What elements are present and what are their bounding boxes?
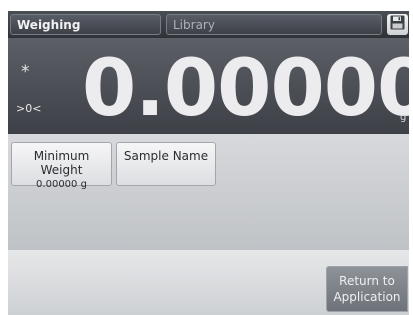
- weight-unit[interactable]: g: [400, 112, 406, 123]
- function-buttons-area: Minimum Weight 0.00000 g Sample Name: [8, 134, 409, 250]
- sample-name-label: Sample Name: [123, 149, 209, 163]
- save-button[interactable]: [387, 14, 408, 35]
- minimum-weight-button[interactable]: Minimum Weight 0.00000 g: [11, 142, 112, 190]
- minimum-weight-label: Minimum Weight: [33, 149, 90, 177]
- center-zero-indicator: >0<: [16, 102, 42, 115]
- minimum-weight-value: 0.00000 g: [36, 179, 87, 190]
- sample-name-button[interactable]: Sample Name: [116, 142, 216, 186]
- return-label-line2: Application: [333, 290, 401, 304]
- top-border: [0, 0, 413, 10]
- return-label-line1: Return to: [339, 274, 395, 288]
- footer-bar: Return to Application: [8, 250, 409, 315]
- weight-display: * >0< 0.00000 g: [8, 38, 409, 134]
- save-icon: [390, 15, 405, 34]
- header-bar: Weighing Library: [8, 11, 409, 38]
- balance-screen: Weighing Library * >0< 0.00000 g Minimum…: [8, 11, 409, 315]
- return-to-application-button[interactable]: Return to Application: [326, 266, 408, 312]
- tab-library[interactable]: Library: [166, 14, 382, 35]
- tab-weighing[interactable]: Weighing: [10, 14, 161, 35]
- weight-reading: 0.00000: [82, 44, 409, 134]
- stability-indicator: *: [21, 62, 30, 82]
